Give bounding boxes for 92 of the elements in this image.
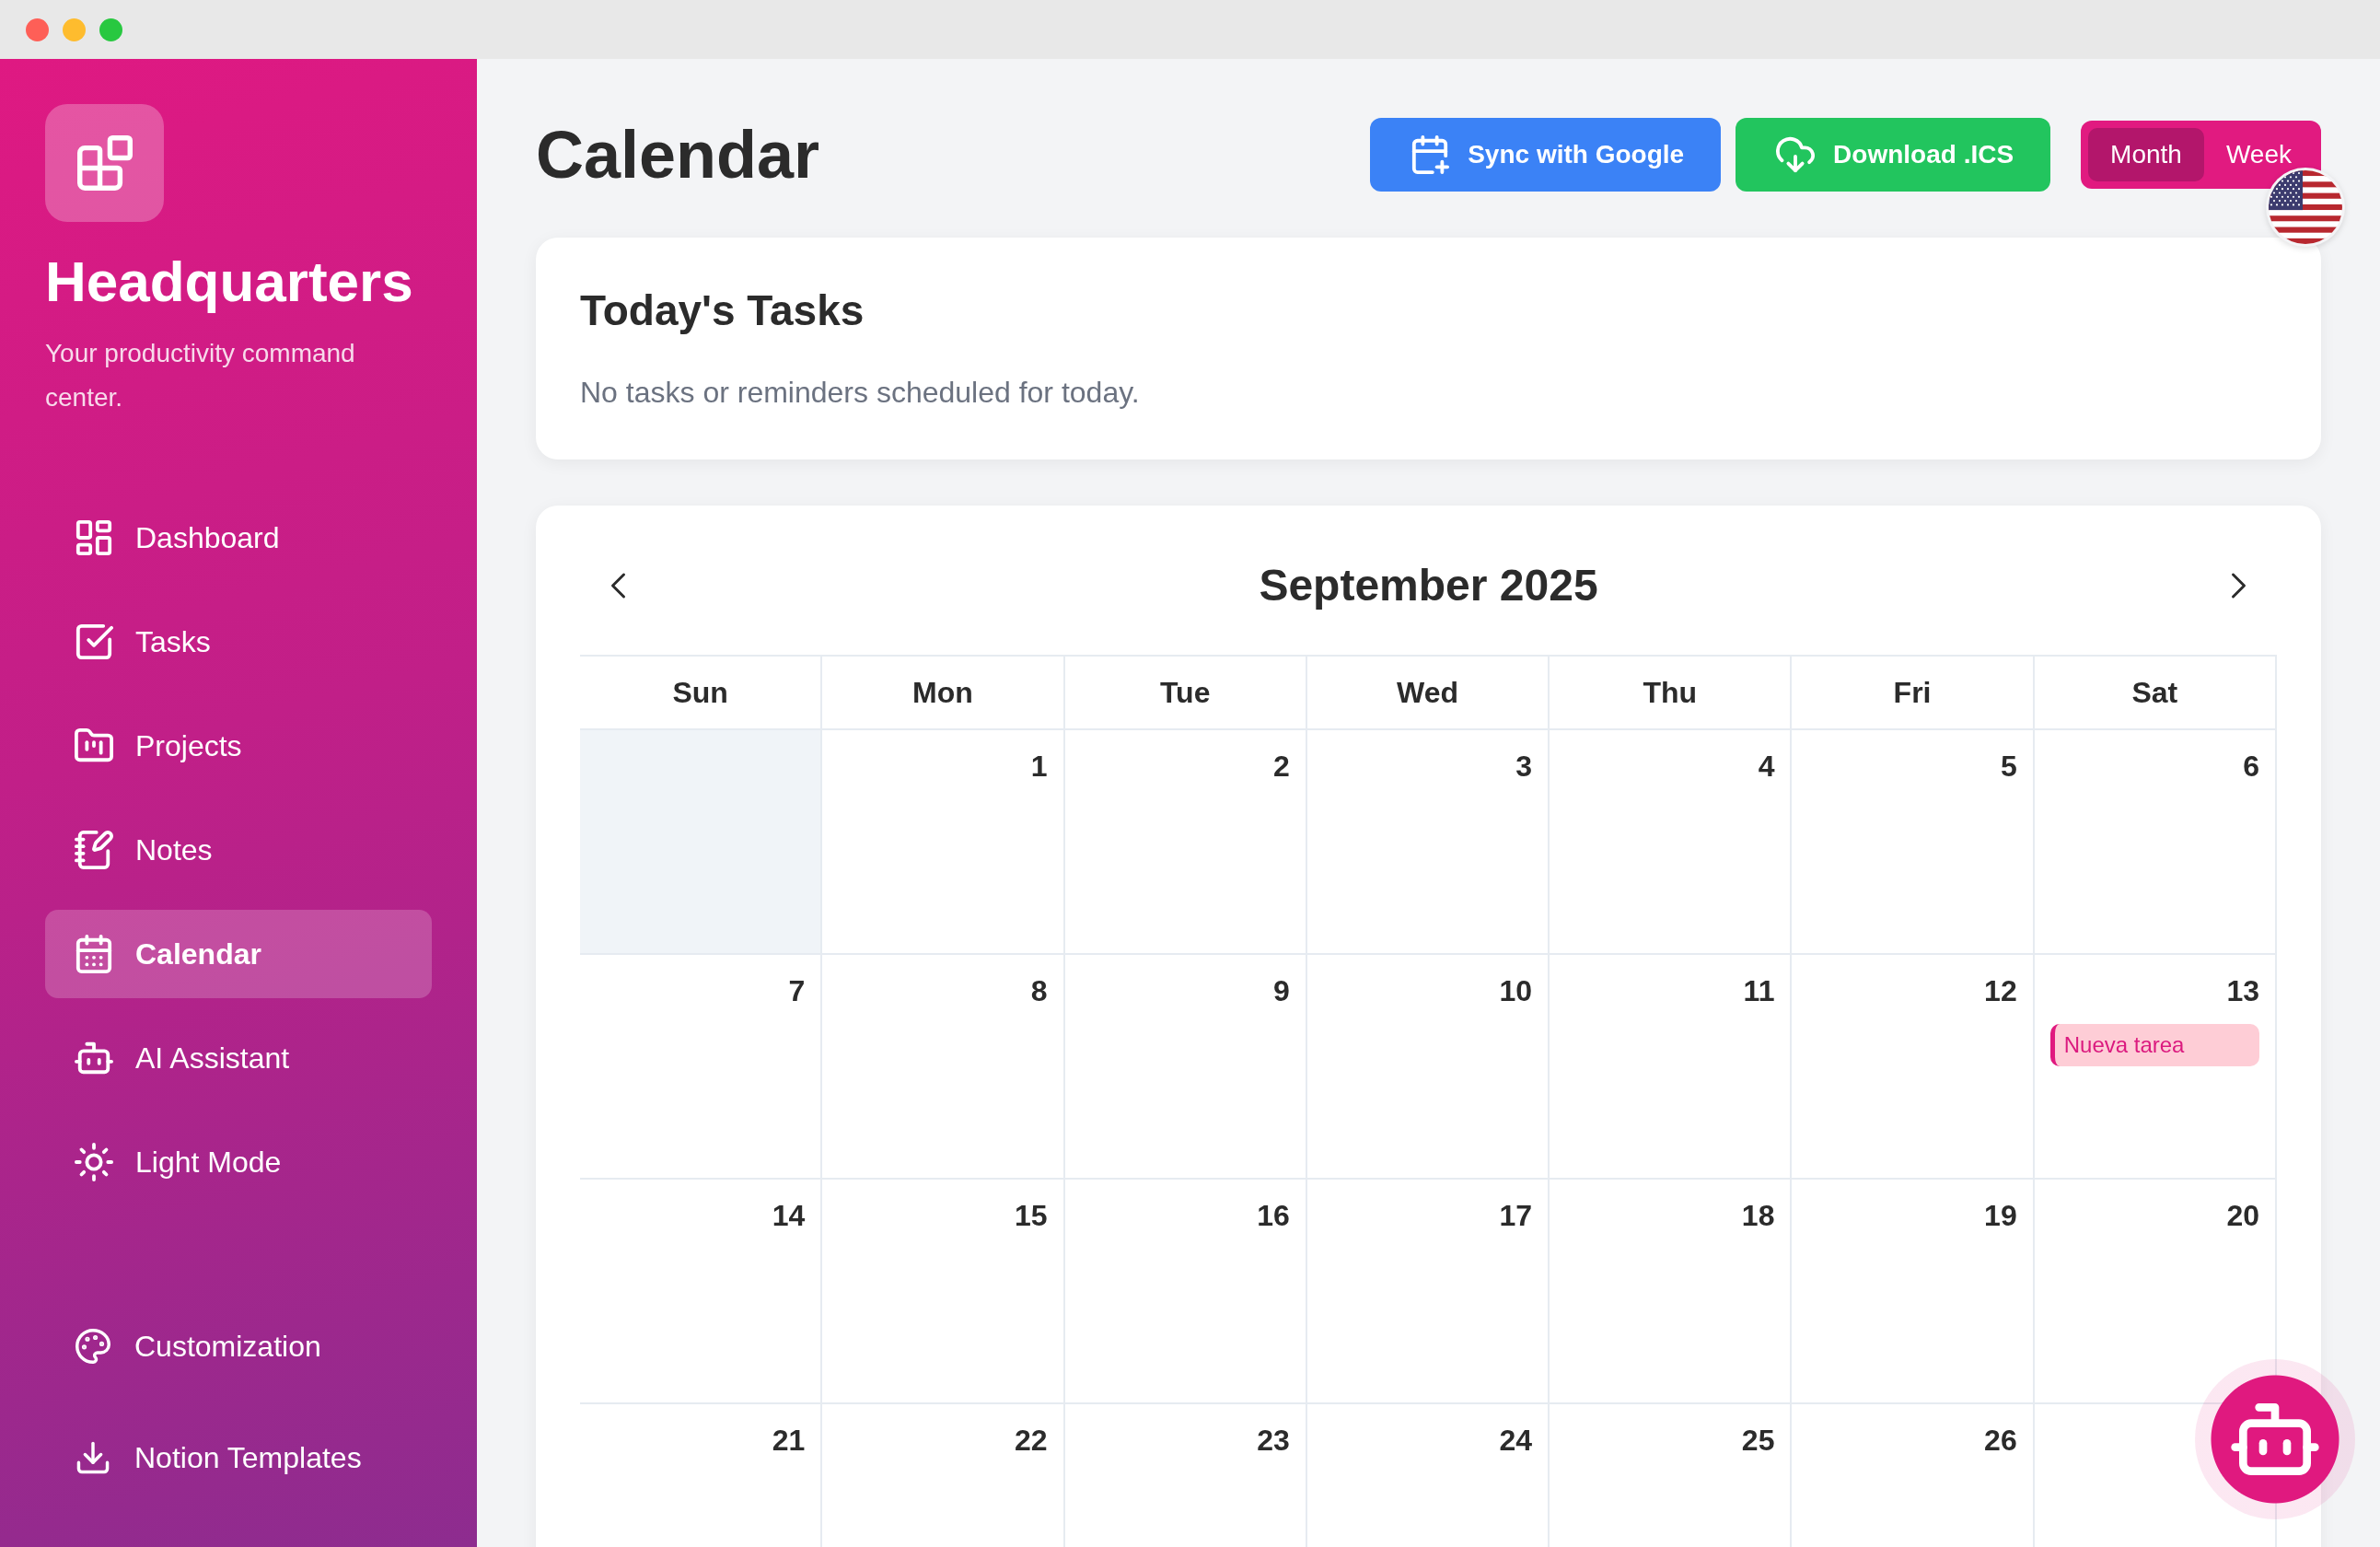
day-number: 13	[2226, 973, 2259, 1008]
sun-icon	[75, 1143, 113, 1182]
flag-icon[interactable]	[2266, 168, 2345, 247]
day-cell[interactable]: 17	[1306, 1180, 1549, 1402]
view-toggle-option[interactable]: Month	[2088, 128, 2204, 181]
day-cell[interactable]: 24	[1306, 1404, 1549, 1547]
day-number: 8	[1030, 973, 1048, 1008]
day-number: 15	[1014, 1198, 1048, 1233]
day-number: 17	[1499, 1198, 1533, 1233]
logo-icon	[45, 104, 164, 222]
app-tagline: Your productivity command center.	[45, 338, 356, 414]
dashboard-grid-icon	[75, 518, 113, 558]
day-cell[interactable]: 8	[822, 955, 1063, 1178]
day-number: 3	[1515, 749, 1533, 784]
weekday-label: Sun	[580, 657, 821, 728]
day-number: 25	[1741, 1423, 1775, 1458]
day-cell[interactable]: 3	[1306, 730, 1549, 953]
day-number: 1	[1030, 749, 1048, 784]
view-toggle-option[interactable]: Week	[2203, 128, 2314, 181]
nav-item[interactable]: AI Assistant	[45, 1014, 432, 1103]
nav-item[interactable]: Calendar	[45, 910, 432, 999]
app-name: Headquarters	[45, 249, 414, 315]
day-cell[interactable]: 25	[1550, 1404, 1791, 1547]
day-number: 18	[1741, 1198, 1775, 1233]
card-title: Today's Tasks	[580, 285, 865, 336]
month-title: September 2025	[1259, 560, 1598, 611]
calendar-icon	[75, 935, 113, 974]
nav-item[interactable]: Notes	[45, 806, 432, 895]
chevron-right-icon[interactable]	[2230, 572, 2247, 599]
day-number: 6	[2243, 749, 2259, 784]
day-number: 9	[1273, 973, 1290, 1008]
day-number: 5	[2000, 749, 2017, 784]
day-cell[interactable]: 26	[1792, 1404, 2033, 1547]
weekday-label: Tue	[1064, 657, 1306, 728]
day-cell[interactable]: 15	[822, 1180, 1063, 1402]
day-number: 12	[1984, 973, 2017, 1008]
day-cell[interactable]: 7	[580, 955, 821, 1178]
day-number: 2	[1273, 749, 1290, 784]
day-number: 24	[1499, 1423, 1533, 1458]
weekday-label: Thu	[1550, 657, 1791, 728]
nav-item[interactable]: Projects	[45, 702, 432, 791]
day-number: 23	[1257, 1423, 1290, 1458]
day-number: 20	[2226, 1198, 2259, 1233]
close-button[interactable]	[26, 17, 49, 41]
day-number: 7	[788, 973, 806, 1008]
weekday-label: Mon	[822, 657, 1063, 728]
day-cell[interactable]: 18	[1550, 1180, 1791, 1402]
day-number: 21	[772, 1423, 806, 1458]
sidebar-link[interactable]: Customization	[45, 1302, 432, 1390]
day-cell[interactable]: 20	[2034, 1180, 2275, 1402]
calendar-plus-icon	[1411, 135, 1450, 174]
day-cell[interactable]: 19	[1792, 1180, 2033, 1402]
day-cell[interactable]: 12	[1792, 955, 2033, 1178]
nav-item[interactable]: Dashboard	[45, 494, 432, 583]
day-number: 14	[772, 1198, 806, 1233]
day-cell[interactable]: 16	[1064, 1180, 1306, 1402]
day-cell[interactable]: 10	[1306, 955, 1549, 1178]
day-cell[interactable]: 6	[2034, 730, 2275, 953]
sync-button[interactable]: Sync with Google	[1370, 118, 1722, 192]
download-icon	[75, 1440, 110, 1475]
day-cell[interactable]: 4	[1550, 730, 1791, 953]
day-cell[interactable]: 22	[822, 1404, 1063, 1547]
day-cell[interactable]: 21	[580, 1404, 821, 1547]
day-number: 26	[1984, 1423, 2017, 1458]
page-title: Calendar	[536, 118, 820, 192]
day-cell[interactable]: 14	[580, 1180, 821, 1402]
day-cell[interactable]: 5	[1792, 730, 2033, 953]
day-cell[interactable]: 23	[1064, 1404, 1306, 1547]
day-number: 4	[1758, 749, 1775, 784]
day-number: 22	[1014, 1423, 1048, 1458]
checkbox-icon	[75, 622, 113, 662]
day-cell[interactable]: 1	[822, 730, 1063, 953]
nav-item[interactable]: Tasks	[45, 598, 432, 687]
day-cell[interactable]: 9	[1064, 955, 1306, 1178]
sidebar-link[interactable]: Notion Templates	[45, 1413, 432, 1502]
chevron-left-icon[interactable]	[610, 572, 627, 599]
day-cell[interactable]: 2	[1064, 730, 1306, 953]
nav-item[interactable]: Light Mode	[45, 1118, 432, 1207]
day-number: 16	[1257, 1198, 1290, 1233]
notebook-icon	[75, 831, 113, 870]
day-number: 11	[1743, 973, 1775, 1008]
palette-icon	[75, 1329, 110, 1364]
weekday-label: Sat	[2034, 657, 2275, 728]
weekday-label: Fri	[1792, 657, 2033, 728]
day-number: 10	[1499, 973, 1533, 1008]
day-cell[interactable]: 11	[1550, 955, 1791, 1178]
day-cell[interactable]: 13 Nueva tarea	[2034, 955, 2275, 1178]
cloud-download-icon	[1776, 135, 1816, 174]
day-number: 19	[1984, 1198, 2017, 1233]
weekday-label: Wed	[1306, 657, 1549, 728]
robot-icon	[2231, 1403, 2319, 1475]
empty-message: No tasks or reminders scheduled for today.	[580, 375, 1141, 411]
